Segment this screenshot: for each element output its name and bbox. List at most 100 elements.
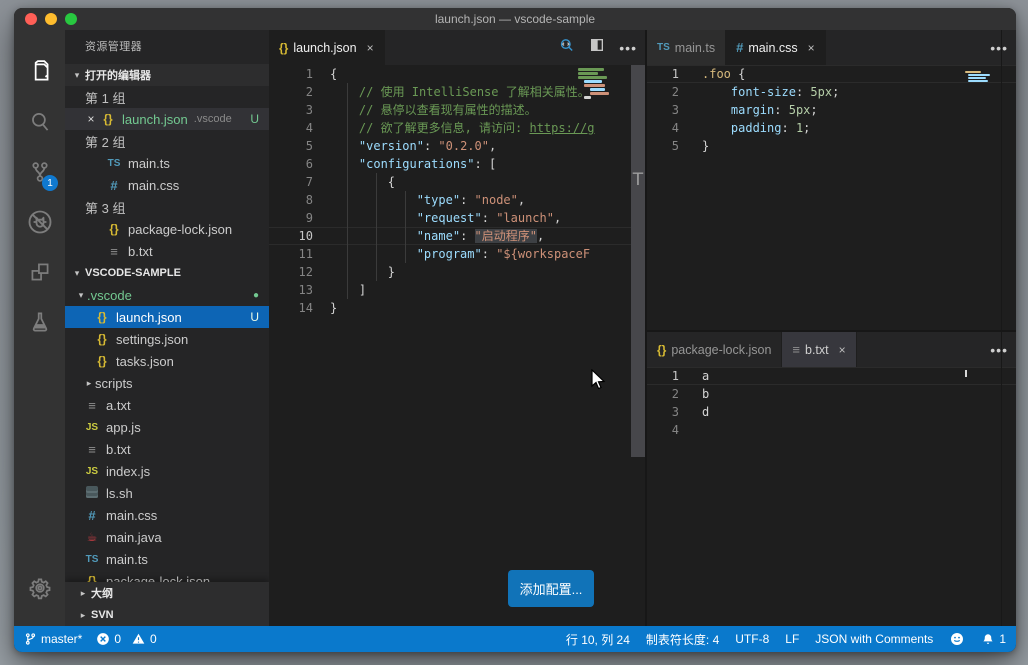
language-mode-status[interactable]: JSON with Comments — [815, 632, 933, 646]
open-editor-package-lock[interactable]: {} package-lock.json — [65, 218, 269, 240]
tab-main-css[interactable]: # main.css × — [726, 30, 826, 65]
minimap[interactable] — [964, 70, 990, 92]
code-editor-launch-json[interactable]: 1{2 // 使用 IntelliSense 了解相关属性。3 // 悬停以查看… — [269, 65, 645, 626]
file-path-desc: .vscode — [194, 113, 232, 125]
minimap-border — [1001, 30, 1002, 330]
problems-status[interactable]: 0 0 — [96, 632, 156, 646]
tree-item-main-css[interactable]: # main.css — [65, 504, 269, 526]
tab-b-txt[interactable]: ≡ b.txt × — [782, 332, 856, 367]
gear-icon[interactable] — [14, 564, 65, 612]
eol-status[interactable]: LF — [785, 632, 799, 646]
more-actions-icon[interactable]: ••• — [990, 342, 1008, 358]
add-configuration-button[interactable]: 添加配置... — [508, 570, 594, 607]
open-editor-main-css[interactable]: # main.css — [65, 174, 269, 196]
ts-file-icon: TS — [105, 158, 123, 169]
tree-item-scripts-folder[interactable]: ▸ scripts — [65, 372, 269, 394]
editor-group-label: 第 3 组 — [65, 196, 269, 218]
cursor-position-status[interactable]: 行 10, 列 24 — [566, 631, 630, 648]
json-file-icon: {} — [93, 354, 111, 368]
mouse-cursor — [590, 369, 608, 396]
open-editor-main-ts[interactable]: TS main.ts — [65, 152, 269, 174]
code-line: 11 "program": "${workspaceF — [269, 245, 645, 263]
explorer-sidebar: 资源管理器 ▾ 打开的编辑器 第 1 组 × {} launch.json .v… — [65, 30, 269, 626]
json-file-icon: {} — [105, 222, 123, 236]
indent-guide — [376, 173, 377, 281]
json-file-icon: {} — [279, 41, 288, 55]
ts-file-icon: TS — [657, 42, 670, 53]
more-actions-icon[interactable]: ••• — [990, 40, 1008, 56]
more-actions-icon[interactable]: ••• — [619, 40, 637, 56]
notifications-bell[interactable]: 1 — [981, 632, 1006, 647]
workspace-root-label: VSCODE-SAMPLE — [85, 267, 181, 279]
editor-group-label: 第 2 组 — [65, 130, 269, 152]
editor-group-label: 第 1 组 — [65, 86, 269, 108]
code-editor-main-css[interactable]: 1.foo {2 font-size: 5px;3 margin: 5px;4 … — [647, 65, 1016, 330]
open-editor-b-txt[interactable]: ≡ b.txt — [65, 240, 269, 262]
scm-badge: 1 — [42, 175, 58, 191]
open-editor-launch-json[interactable]: × {} launch.json .vscode U — [65, 108, 269, 130]
source-control-icon[interactable]: 1 — [14, 148, 65, 196]
indentation-status[interactable]: 制表符长度: 4 — [646, 631, 719, 648]
code-line: 10 "name": "启动程序", — [269, 227, 645, 245]
css-file-icon: # — [736, 40, 743, 55]
test-flask-icon[interactable] — [14, 298, 65, 346]
feedback-smiley-icon[interactable] — [949, 631, 965, 647]
tree-item-main-java[interactable]: ☕ main.java — [65, 526, 269, 548]
tab-package-lock-json[interactable]: {} package-lock.json — [647, 332, 782, 367]
open-preview-icon[interactable] — [558, 37, 575, 59]
tab-launch-json[interactable]: {} launch.json × — [269, 30, 385, 65]
debug-icon[interactable] — [14, 198, 65, 246]
tree-item-vscode-folder[interactable]: ▾ .vscode ● — [65, 284, 269, 306]
zoom-window-button[interactable] — [65, 13, 77, 25]
minimize-window-button[interactable] — [45, 13, 57, 25]
chevron-down-icon: ▾ — [69, 70, 85, 81]
editor-group-btxt: {} package-lock.json ≡ b.txt × ••• 1a2b3… — [647, 330, 1016, 626]
explorer-icon[interactable] — [14, 48, 65, 96]
tree-item-app-js[interactable]: JS app.js — [65, 416, 269, 438]
indent-guide — [347, 83, 348, 299]
tree-item-main-ts[interactable]: TS main.ts — [65, 548, 269, 570]
tree-item-settings-json[interactable]: {} settings.json — [65, 328, 269, 350]
extensions-icon[interactable] — [14, 248, 65, 296]
code-line: 7 { — [269, 173, 645, 191]
tree-item-index-js[interactable]: JS index.js — [65, 460, 269, 482]
tree-item-ls-sh[interactable]: ls.sh — [65, 482, 269, 504]
minimap[interactable] — [576, 67, 609, 125]
git-branch-status[interactable]: master* — [24, 632, 82, 646]
code-line: 3d — [647, 403, 1016, 421]
close-tab-icon[interactable]: × — [808, 41, 815, 55]
outline-section-header[interactable]: ▸ 大纲 — [65, 582, 269, 604]
tree-item-a-txt[interactable]: ≡ a.txt — [65, 394, 269, 416]
status-bar: master* 0 0 行 10, 列 24 制表符长度: 4 UTF-8 LF… — [14, 626, 1016, 652]
workspace-root-header[interactable]: ▾ VSCODE-SAMPLE — [65, 262, 269, 284]
tree-item-b-txt[interactable]: ≡ b.txt — [65, 438, 269, 460]
code-line: 6 "configurations": [ — [269, 155, 645, 173]
code-line: 12 } — [269, 263, 645, 281]
minimap-cursor-tick — [965, 370, 967, 377]
search-icon[interactable] — [14, 98, 65, 146]
chevron-right-icon: ▸ — [83, 378, 95, 389]
title-bar[interactable]: launch.json — vscode-sample — [14, 8, 1016, 30]
editor-scrollbar[interactable]: T — [631, 65, 645, 457]
code-editor-b-txt[interactable]: 1a2b3d4 — [647, 367, 1016, 626]
code-line: 14} — [269, 299, 645, 317]
svn-section-header[interactable]: ▸ SVN — [65, 604, 269, 626]
close-icon[interactable]: × — [83, 112, 99, 126]
close-tab-icon[interactable]: × — [839, 343, 846, 357]
close-tab-icon[interactable]: × — [367, 41, 374, 55]
code-line: 1a — [647, 367, 1016, 385]
tab-main-ts[interactable]: TS main.ts — [647, 30, 726, 65]
minimap-border — [1001, 332, 1002, 626]
split-editor-icon[interactable] — [589, 37, 605, 58]
outline-label: 大纲 — [91, 585, 113, 601]
tree-item-launch-json[interactable]: {} launch.json U — [65, 306, 269, 328]
editor-group-css: TS main.ts # main.css × ••• 1.foo {2 fon… — [647, 30, 1016, 330]
css-file-icon: # — [105, 178, 123, 193]
txt-file-icon: ≡ — [792, 342, 800, 357]
open-editors-header[interactable]: ▾ 打开的编辑器 — [65, 64, 269, 86]
close-window-button[interactable] — [25, 13, 37, 25]
js-file-icon: JS — [83, 422, 101, 433]
tree-item-tasks-json[interactable]: {} tasks.json — [65, 350, 269, 372]
code-line: 4 padding: 1; — [647, 119, 1016, 137]
encoding-status[interactable]: UTF-8 — [735, 632, 769, 646]
